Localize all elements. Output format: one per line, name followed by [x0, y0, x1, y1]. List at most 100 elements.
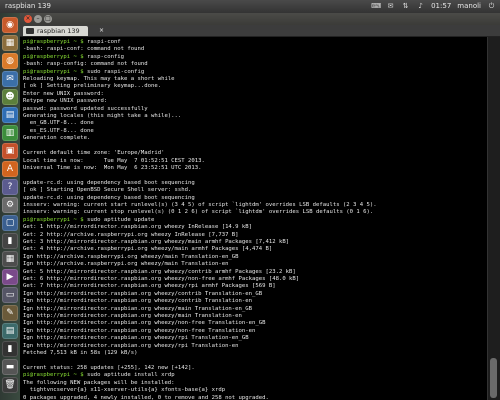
output-text: Reloading keymap. This may take a short … [23, 76, 175, 83]
launcher-disk-icon[interactable]: ▬ [2, 359, 18, 375]
output-text: Get: 4 http://archive.raspberrypi.org wh… [23, 246, 273, 253]
terminal-line: Reloading keymap. This may take a short … [23, 76, 488, 83]
output-text: Ign http://mirrordirector.raspbian.org w… [23, 290, 263, 297]
launcher-monitor-icon[interactable]: ▭ [2, 287, 18, 303]
terminal-line: Ign http://mirrordirector.raspbian.org w… [23, 343, 488, 350]
power-icon[interactable]: ⏻ [487, 2, 496, 11]
volume-icon[interactable]: ♪ [416, 2, 425, 11]
output-text: Ign http://mirrordirector.raspbian.org w… [23, 298, 253, 305]
terminal-lines: pi@raspberrypi ~ $ raspi-conf -bash: rasp… [23, 39, 488, 400]
terminal-line: insserv: warning: current stop runlevel(… [23, 209, 488, 216]
output-text: Ign http://mirrordirector.raspbian.org w… [23, 335, 249, 342]
shell-prompt: pi@raspberrypi ~ $ [23, 53, 87, 60]
shell-prompt: pi@raspberrypi ~ $ [23, 372, 87, 379]
terminal-line: pi@raspberrypi ~ $ rasp-config [23, 54, 488, 61]
launcher-chat-icon[interactable]: ☻ [2, 89, 18, 105]
launcher-files-icon[interactable]: ▦ [2, 35, 18, 51]
launcher-terminal2-icon[interactable]: ▮ [2, 341, 18, 357]
system-tray: ⌨ ✉ ⇅ ♪ 01:57 manoli ⏻ [371, 0, 496, 13]
terminal-line: Get: 2 http://archive.raspberrypi.org wh… [23, 232, 488, 239]
launcher-help-icon[interactable]: ? [2, 179, 18, 195]
launcher-tools-icon[interactable]: ✎ [2, 305, 18, 321]
terminal-scrollbar[interactable] [487, 37, 500, 400]
window-titlebar[interactable]: × – □ [20, 13, 500, 25]
launcher-vm-icon[interactable]: ▢ [2, 215, 18, 231]
terminal-line: pi@raspberrypi ~ $ sudo raspi-config [23, 69, 488, 76]
terminal-line: Current default time zone: 'Europe/Madri… [23, 150, 488, 157]
clock[interactable]: 01:57 [431, 0, 451, 13]
terminal-line: update-rc.d: using dependency based boot… [23, 195, 488, 202]
shell-command: rasp-config [87, 53, 125, 60]
output-text: insserv: warning: current start runlevel… [23, 201, 377, 208]
output-text: update-rc.d: using dependency based boot… [23, 194, 195, 201]
terminal-line: Ign http://mirrordirector.raspbian.org w… [23, 320, 488, 327]
launcher-media-icon[interactable]: ▶ [2, 269, 18, 285]
tab-label: raspbian 139 [37, 27, 80, 35]
terminal-line: Get: 3 http://mirrordirector.raspbian.or… [23, 239, 488, 246]
output-text: Ign http://mirrordirector.raspbian.org w… [23, 327, 256, 334]
launcher-terminal-icon[interactable]: ▮ [2, 233, 18, 249]
launcher-browser-icon[interactable]: ◍ [2, 53, 18, 69]
minimize-window-icon[interactable]: – [34, 15, 42, 23]
terminal-tab-bar: raspbian 139 × [20, 25, 500, 37]
launcher-mail-icon[interactable]: ✉ [2, 71, 18, 87]
launcher-workspaces-icon[interactable]: ▦ [2, 251, 18, 267]
network-icon[interactable]: ⇅ [401, 2, 410, 11]
output-text: Generating locales (this might take a wh… [23, 113, 182, 120]
terminal-line: Ign http://mirrordirector.raspbian.org w… [23, 328, 488, 335]
terminal-line: The following NEW packages will be insta… [23, 380, 488, 387]
output-text: update-rc.d: using dependency based boot… [23, 179, 195, 186]
output-text: Retype new UNIX password: [23, 98, 108, 105]
launcher-software-icon[interactable]: A [2, 161, 18, 177]
launcher-trash-icon[interactable]: 🗑 [2, 377, 18, 393]
terminal-line: Ign http://mirrordirector.raspbian.org w… [23, 291, 488, 298]
terminal-output[interactable]: pi@raspberrypi ~ $ raspi-conf -bash: rasp… [20, 37, 488, 400]
launcher-text-icon[interactable]: ▤ [2, 323, 18, 339]
shell-prompt: pi@raspberrypi ~ $ [23, 39, 87, 45]
terminal-line: Get: 7 http://mirrordirector.raspbian.or… [23, 283, 488, 290]
output-text: Get: 6 http://mirrordirector.raspbian.or… [23, 276, 300, 282]
output-text: Current status: 258 updates [+255], 142 … [23, 364, 195, 371]
launcher-calc-icon[interactable]: ▥ [2, 125, 18, 141]
terminal-line: Ign http://mirrordirector.raspbian.org w… [23, 298, 488, 305]
output-text: Ign http://mirrordirector.raspbian.org w… [23, 313, 242, 320]
terminal-line: Get: 6 http://mirrordirector.raspbian.or… [23, 276, 488, 283]
terminal-line: Get: 4 http://archive.raspberrypi.org wh… [23, 246, 488, 253]
output-text: The following NEW packages will be insta… [23, 379, 175, 386]
shell-command: raspi-conf [87, 39, 121, 45]
tab-close-icon[interactable]: × [98, 27, 105, 34]
keyboard-icon[interactable]: ⌨ [371, 2, 381, 11]
terminal-line: Enter new UNIX password: [23, 91, 488, 98]
output-text: Ign http://mirrordirector.raspbian.org w… [23, 342, 239, 349]
launcher: ◉ ▦ ◍ ✉ ☻ ▤ ▥ ▣ A? ⚙ ▢ ▮ ▦ ▶ ▭ ✎ ▤ ▮ ▬ 🗑 [0, 13, 21, 400]
mail-icon[interactable]: ✉ [386, 2, 395, 11]
output-text: [ ok ] Setting preliminary keymap...done… [23, 83, 162, 90]
scrollbar-thumb[interactable] [490, 358, 497, 398]
terminal-line: Ign http://archive.raspberrypi.org wheez… [23, 261, 488, 268]
terminal-line: Universal Time is now: Mon May 6 23:52:5… [23, 165, 488, 172]
output-text: passwd: password updated successfully [23, 105, 148, 112]
close-window-icon[interactable]: × [24, 15, 32, 23]
output-text: [ ok ] Starting OpenBSD Secure Shell ser… [23, 187, 192, 194]
terminal-line: pi@raspberrypi ~ $ raspi-conf [23, 39, 488, 46]
terminal-line: Local time is now: Tue May 7 01:52:51 CE… [23, 158, 488, 165]
launcher-settings-icon[interactable]: ⚙ [2, 197, 18, 213]
tab-raspbian[interactable]: raspbian 139 [23, 26, 88, 36]
output-text: en_GB.UTF-8... done [23, 120, 94, 127]
terminal-line: passwd: password updated successfully [23, 106, 488, 113]
maximize-window-icon[interactable]: □ [44, 15, 52, 23]
terminal-line: [ ok ] Setting preliminary keymap...done… [23, 83, 488, 90]
launcher-dash-icon[interactable]: ◉ [2, 17, 18, 33]
output-text: Generation complete. [23, 135, 91, 142]
shell-prompt: pi@raspberrypi ~ $ [23, 68, 87, 75]
user-name[interactable]: manoli [457, 0, 481, 13]
output-text: Ign http://archive.raspberrypi.org wheez… [23, 261, 229, 268]
launcher-writer-icon[interactable]: ▤ [2, 107, 18, 123]
output-text: insserv: warning: current stop runlevel(… [23, 209, 374, 216]
terminal-line: -bash: raspi-conf: command not found [23, 46, 488, 53]
launcher-impress-icon[interactable]: ▣ [2, 143, 18, 159]
output-text: Current default time zone: 'Europe/Madri… [23, 150, 165, 157]
shell-command: sudo aptitude install xrdp [87, 372, 175, 379]
shell-command: sudo aptitude update [87, 216, 155, 223]
